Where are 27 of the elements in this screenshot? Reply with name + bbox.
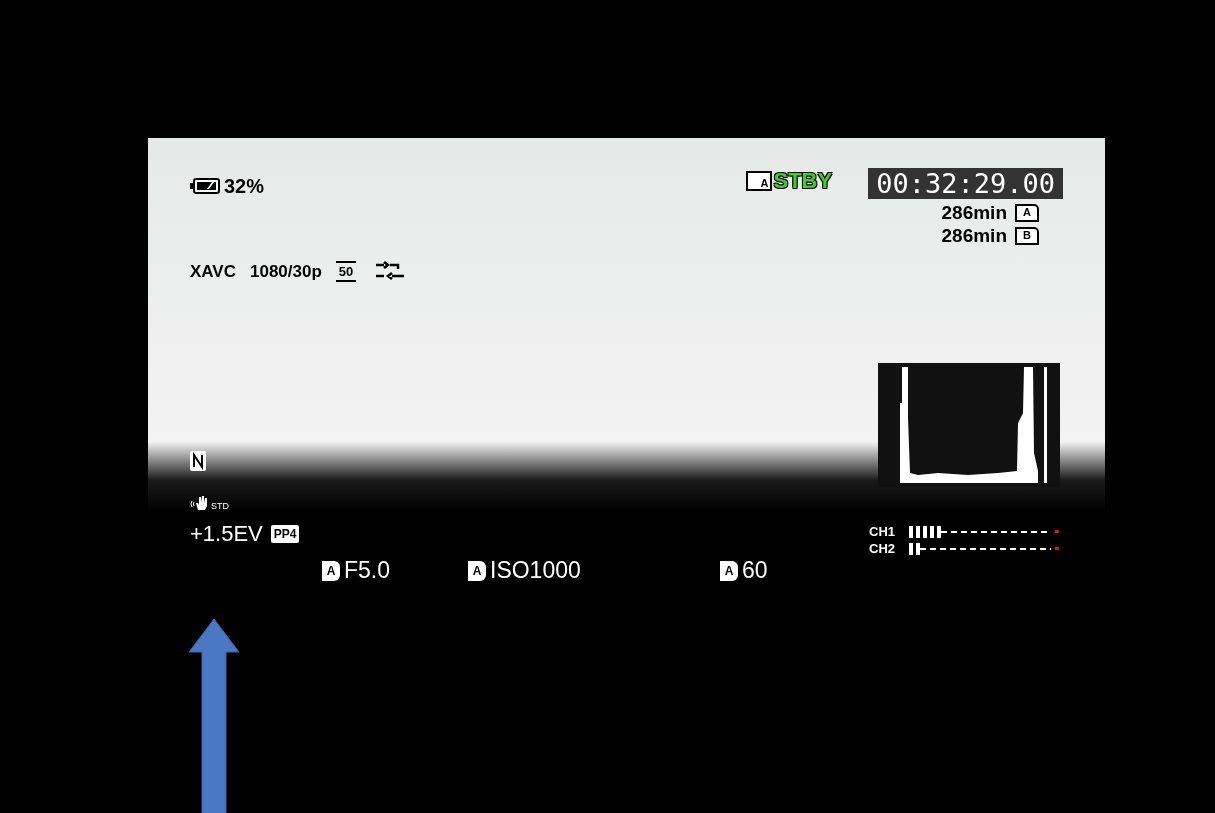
exposure-value: 60 <box>742 559 768 582</box>
bitrate-label: 50 <box>335 260 357 282</box>
picture-profile-badge: PP4 <box>270 525 300 543</box>
remaining-time: 286min <box>941 226 1007 245</box>
battery-icon <box>190 178 220 194</box>
remaining-time: 286min <box>941 203 1007 222</box>
exposure-value: ISO1000 <box>490 559 581 582</box>
timecode: 00:32:29.00 <box>868 168 1063 199</box>
codec-label: XAVC <box>190 262 236 280</box>
memory-card-slot: B <box>1015 226 1039 245</box>
auto-mode-badge: A <box>468 560 486 581</box>
media-slot-indicator: A <box>745 171 772 191</box>
resolution-label: 1080/30p <box>250 262 322 280</box>
audio-channel-label: CH1 <box>869 525 896 538</box>
audio-channel-label: CH2 <box>869 542 896 555</box>
nfc-icon <box>190 451 206 471</box>
auto-mode-badge: A <box>720 560 738 581</box>
stabilizer-mode: STD <box>211 502 229 511</box>
arrow-icon <box>188 618 240 813</box>
relay-recording-icon <box>374 259 407 283</box>
hand-stabilizer-icon <box>190 495 210 511</box>
exposure-value: F5.0 <box>344 559 391 582</box>
exposure-compensation: +1.5EV <box>190 523 263 545</box>
battery-percentage: 32% <box>224 176 265 196</box>
memory-card-slot: A <box>1015 203 1039 222</box>
auto-mode-badge: A <box>322 560 340 581</box>
record-status: STBY <box>773 170 833 192</box>
